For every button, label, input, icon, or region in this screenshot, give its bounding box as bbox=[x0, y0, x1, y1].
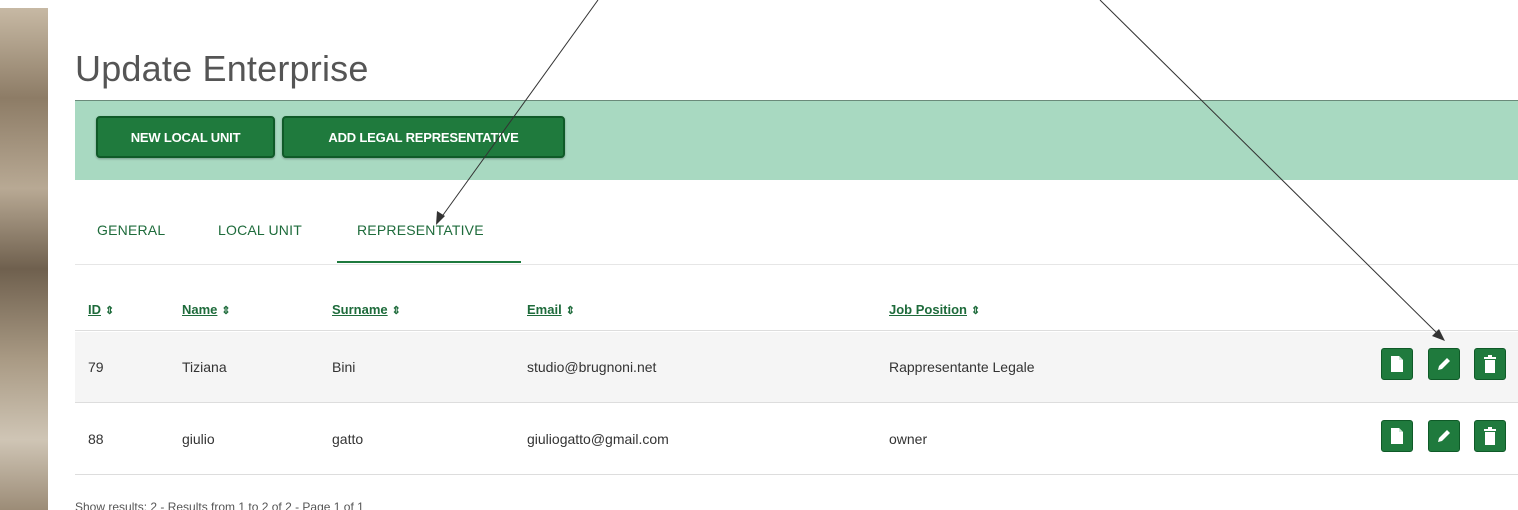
tab-general[interactable]: GENERAL bbox=[97, 222, 165, 238]
background-photo-strip bbox=[0, 8, 48, 510]
column-header-label: Name bbox=[182, 302, 218, 317]
action-toolbar: NEW LOCAL UNIT ADD LEGAL REPRESENTATIVE bbox=[75, 100, 1518, 180]
cell-email: studio@brugnoni.net bbox=[527, 359, 657, 375]
edit-button[interactable] bbox=[1428, 420, 1460, 452]
document-icon bbox=[1391, 356, 1403, 372]
pencil-icon bbox=[1438, 430, 1450, 442]
column-header-surname[interactable]: Surname ⇕ bbox=[332, 302, 401, 317]
edit-button[interactable] bbox=[1428, 348, 1460, 380]
column-header-label: Job Position bbox=[889, 302, 967, 317]
cell-email: giuliogatto@gmail.com bbox=[527, 431, 669, 447]
document-icon bbox=[1391, 428, 1403, 444]
trash-icon bbox=[1484, 427, 1496, 445]
cell-job-position: owner bbox=[889, 431, 928, 447]
delete-button[interactable] bbox=[1474, 348, 1506, 380]
column-header-email[interactable]: Email ⇕ bbox=[527, 302, 575, 317]
delete-button[interactable] bbox=[1474, 420, 1506, 452]
tab-local-unit[interactable]: LOCAL UNIT bbox=[218, 222, 302, 238]
sort-icon: ⇕ bbox=[105, 305, 115, 317]
new-local-unit-button[interactable]: NEW LOCAL UNIT bbox=[96, 116, 275, 158]
table-row: 79 Tiziana Bini studio@brugnoni.net Rapp… bbox=[75, 332, 1518, 403]
column-header-label: ID bbox=[88, 302, 101, 317]
sort-icon: ⇕ bbox=[565, 305, 575, 317]
cell-surname: gatto bbox=[332, 431, 364, 447]
add-legal-representative-button[interactable]: ADD LEGAL REPRESENTATIVE bbox=[282, 116, 565, 158]
active-tab-indicator bbox=[337, 261, 521, 263]
column-header-name[interactable]: Name ⇕ bbox=[182, 302, 231, 317]
table-header: ID ⇕ Name ⇕ Surname ⇕ Email ⇕ Job Position ⇕ bbox=[75, 284, 1518, 331]
results-summary: Show results: 2 - Results from 1 to 2 of… bbox=[75, 500, 364, 510]
tab-bar: GENERAL LOCAL UNIT REPRESENTATIVE bbox=[75, 204, 1518, 265]
column-header-label: Email bbox=[527, 302, 562, 317]
page-root: Update Enterprise NEW LOCAL UNIT ADD LEG… bbox=[0, 0, 1518, 510]
column-header-job-position[interactable]: Job Position ⇕ bbox=[889, 302, 980, 317]
cell-name: Tiziana bbox=[182, 359, 227, 375]
sort-icon: ⇕ bbox=[391, 305, 401, 317]
pencil-icon bbox=[1438, 358, 1450, 370]
column-header-label: Surname bbox=[332, 302, 388, 317]
sort-icon: ⇕ bbox=[971, 305, 981, 317]
sort-icon: ⇕ bbox=[221, 305, 231, 317]
cell-id: 79 bbox=[88, 359, 104, 375]
cell-id: 88 bbox=[88, 431, 104, 447]
tab-representative[interactable]: REPRESENTATIVE bbox=[357, 222, 484, 238]
table-row: 88 giulio gatto giuliogatto@gmail.com ow… bbox=[75, 404, 1518, 475]
view-button[interactable] bbox=[1381, 348, 1413, 380]
view-button[interactable] bbox=[1381, 420, 1413, 452]
column-header-id[interactable]: ID ⇕ bbox=[88, 302, 114, 317]
cell-name: giulio bbox=[182, 431, 215, 447]
trash-icon bbox=[1484, 355, 1496, 373]
page-title: Update Enterprise bbox=[75, 48, 369, 89]
cell-surname: Bini bbox=[332, 359, 356, 375]
cell-job-position: Rappresentante Legale bbox=[889, 359, 1035, 375]
